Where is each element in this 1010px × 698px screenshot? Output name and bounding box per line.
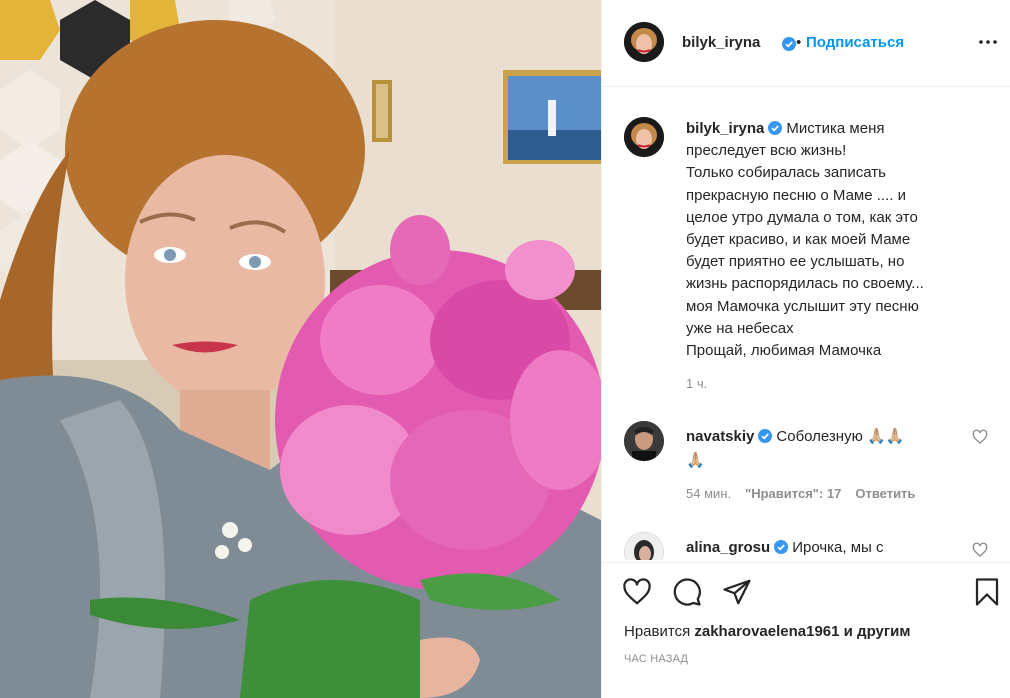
comment-text: Ирочка, мы с <box>792 539 884 556</box>
comment-likes-count[interactable]: "Нравится": 17 <box>745 486 841 501</box>
caption-line: уже на небесах <box>686 319 794 337</box>
caption-line: будет приятно ее услышать, но <box>686 253 905 271</box>
caption-line: будет красиво, и как моей Маме <box>686 231 911 249</box>
likes-others-link[interactable]: и другим <box>844 623 911 640</box>
comment-timestamp[interactable]: 54 мин. <box>686 486 731 501</box>
verified-badge-icon <box>758 427 773 443</box>
caption-text: bilyk_iryna Мистика меня преследует всю ж… <box>686 118 986 362</box>
photo-illustration <box>0 0 601 698</box>
verified-badge-icon <box>782 37 796 51</box>
separator-dot: • <box>796 34 802 51</box>
caption-line: преследует всю жизнь! <box>686 142 847 160</box>
more-options-icon[interactable] <box>976 30 1000 54</box>
caption-author-username[interactable]: bilyk_iryna <box>686 120 764 137</box>
caption-line: прекрасную песню о Маме .... и <box>686 186 906 204</box>
caption-timestamp[interactable]: 1 ч. <box>686 376 707 391</box>
comment-meta: 54 мин. "Нравится": 17 Ответить <box>686 486 929 501</box>
liked-by-username[interactable]: zakharovaelena1961 <box>694 623 839 640</box>
comment-like-icon[interactable] <box>972 429 988 445</box>
comment-text-block: alina_grosu Ирочка, мы с <box>686 536 976 560</box>
post-timestamp[interactable]: ЧАС НАЗАД <box>624 653 688 665</box>
post-actions: Нравится zakharovaelena1961 и другим ЧАС… <box>602 562 1010 698</box>
comment-like-icon[interactable] <box>972 542 988 558</box>
comment-text: Соболезную 🙏🏼🙏🏼 <box>776 428 905 445</box>
caption-line: целое утро думала о том, как это <box>686 208 918 226</box>
likes-summary: Нравится zakharovaelena1961 и другим <box>624 623 910 640</box>
comment-icon[interactable] <box>672 577 702 607</box>
caption-line: Только собиралась записать <box>686 164 886 182</box>
bookmark-icon[interactable] <box>972 577 1002 607</box>
commenter-username[interactable]: navatskiy <box>686 428 754 445</box>
comment-text-block: navatskiy Соболезную 🙏🏼🙏🏼 🙏🏼 <box>686 425 976 473</box>
heart-icon[interactable] <box>622 577 652 607</box>
caption-line: моя Мамочка услышит эту песню <box>686 297 919 315</box>
reply-button[interactable]: Ответить <box>855 486 915 501</box>
comment-text-continued: 🙏🏼 <box>686 452 705 469</box>
post-header: bilyk_iryna • Подписаться <box>602 0 1010 87</box>
commenter-avatar[interactable] <box>624 532 664 560</box>
post-photo[interactable] <box>0 0 601 698</box>
follow-button[interactable]: Подписаться <box>806 34 904 51</box>
author-username[interactable]: bilyk_iryna <box>682 34 760 51</box>
verified-badge-icon <box>768 120 783 135</box>
caption-author-avatar[interactable] <box>624 117 664 157</box>
verified-badge-icon <box>774 538 789 554</box>
post-side-panel: bilyk_iryna • Подписаться bilyk_iryna Ми… <box>601 0 1010 698</box>
share-icon[interactable] <box>722 577 752 607</box>
commenter-username[interactable]: alina_grosu <box>686 539 770 556</box>
likes-prefix: Нравится <box>624 623 691 640</box>
comments-list[interactable]: bilyk_iryna Мистика меня преследует всю ж… <box>602 88 1010 560</box>
caption-line: Прощай, любимая Мамочка <box>686 342 882 360</box>
author-avatar[interactable] <box>624 22 664 62</box>
commenter-avatar[interactable] <box>624 421 664 461</box>
caption-line: жизнь распорядилась по своему... <box>686 275 924 293</box>
caption-line: Мистика меня <box>786 120 885 137</box>
